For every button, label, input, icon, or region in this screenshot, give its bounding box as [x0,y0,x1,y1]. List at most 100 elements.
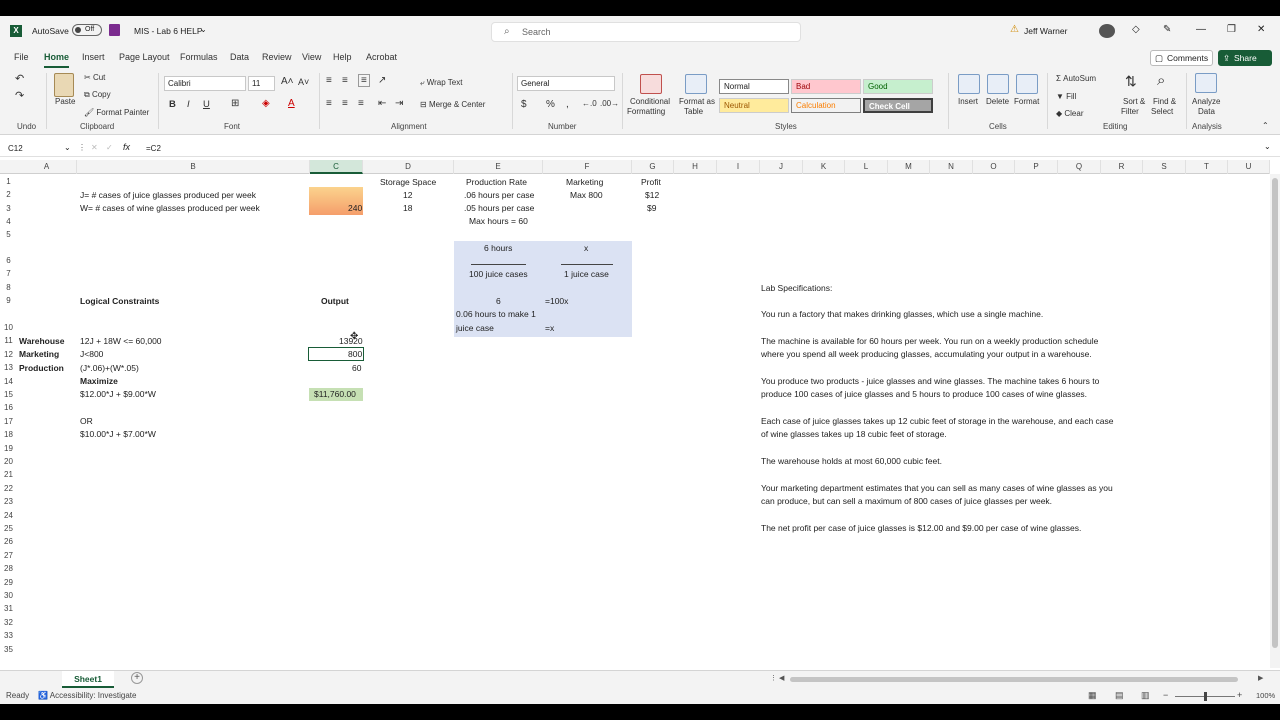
tab-acrobat[interactable]: Acrobat [366,52,397,62]
sort-filter-icon[interactable]: ⇅ [1125,73,1137,90]
horizontal-scrollbar-thumb[interactable] [790,677,1238,682]
analyze-data-button[interactable]: Analyze [1192,97,1220,106]
autosave-toggle[interactable]: Off [68,24,102,36]
column-header[interactable]: A [17,160,77,174]
more-sheets-icon[interactable]: ⋮ [770,674,777,682]
sheet-tab-sheet1[interactable]: Sheet1 [62,671,114,688]
bold-button[interactable]: B [169,99,176,110]
row-header[interactable]: 13 [0,363,17,372]
underline-button[interactable]: U [203,99,210,110]
orientation-icon[interactable]: ↗ [378,75,386,86]
cell-e5[interactable]: 6 hours [484,243,512,253]
column-header[interactable]: H [674,160,717,174]
zoom-in-icon[interactable]: + [1237,690,1242,700]
insert-cells-button[interactable]: Insert [958,97,978,106]
align-right-icon[interactable]: ≡ [358,98,364,109]
row-header[interactable]: 23 [0,497,17,506]
insert-cells-icon[interactable] [958,74,980,94]
row-header[interactable]: 3 [0,204,17,213]
format-painter-button[interactable]: 🖌 Format Painter [84,108,149,117]
minimize-button[interactable]: — [1196,24,1206,35]
row-header[interactable]: 22 [0,484,17,493]
cell-b18[interactable]: $10.00*J + $7.00*W [80,429,156,439]
fill-button[interactable]: ▼ Fill [1056,92,1076,101]
cut-button[interactable]: ✂ Cut [84,73,105,82]
save-icon[interactable] [109,24,120,36]
paste-icon[interactable] [54,73,74,97]
cell-a11[interactable]: Warehouse [19,336,65,346]
style-calculation[interactable]: Calculation [791,98,861,113]
wrap-text-button[interactable]: ⤶ Wrap Text [420,78,462,88]
tab-insert[interactable]: Insert [82,52,105,62]
cell-f2[interactable]: Max 800 [570,190,603,200]
redo-icon[interactable]: ↷ [15,89,24,102]
function-icon[interactable]: fx [123,142,130,152]
row-header[interactable]: 11 [0,336,17,345]
cell-b14[interactable]: Maximize [80,376,118,386]
more-icon[interactable]: ⋮ [78,143,86,152]
row-header[interactable]: 8 [0,283,17,292]
align-top-icon[interactable]: ≡ [326,75,332,86]
spec-paragraph[interactable]: produce 100 cases of juice glasses and 5… [761,389,1087,399]
align-bottom-icon[interactable]: ≡ [358,74,370,87]
find-select-icon[interactable]: ⌕ [1157,72,1165,89]
cell-e4[interactable]: Max hours = 60 [469,216,528,226]
italic-button[interactable]: I [187,99,190,110]
cell-d3[interactable]: 18 [403,203,412,213]
sort-filter-button[interactable]: Sort & [1123,97,1145,106]
cell-e10-line2[interactable]: juice case [456,323,494,333]
delete-cells-icon[interactable] [987,74,1009,94]
row-header[interactable]: 27 [0,551,17,560]
cell-g2[interactable]: $12 [645,190,659,200]
tab-help[interactable]: Help [333,52,352,62]
chevron-down-icon[interactable]: ⌄ [200,25,207,34]
increase-decimal-icon[interactable]: ←.0 [582,99,597,108]
row-header[interactable]: 25 [0,524,17,533]
spec-paragraph[interactable]: Your marketing department estimates that… [761,483,1113,493]
expand-formula-icon[interactable]: ⌄ [1264,142,1271,151]
zoom-out-icon[interactable]: − [1163,690,1168,700]
scroll-right-icon[interactable]: ▶ [1258,674,1263,682]
decrease-font-icon[interactable]: A˅ [298,77,309,87]
merge-center-button[interactable]: ⊟ Merge & Center [420,100,485,109]
row-header[interactable]: 33 [0,631,17,640]
cell-f9[interactable]: =100x [545,296,568,306]
row-header[interactable]: 17 [0,417,17,426]
collapse-ribbon-icon[interactable]: ⌃ [1262,121,1269,130]
formula-input[interactable]: =C2 [146,144,161,153]
spec-paragraph[interactable]: You produce two products - juice glasses… [761,376,1099,386]
row-header[interactable]: 16 [0,403,17,412]
search-input[interactable]: ⌕ Search [491,22,801,42]
column-header[interactable]: P [1015,160,1058,174]
share-button[interactable]: ⇪ Share [1218,50,1272,66]
cancel-icon[interactable]: ✕ [91,143,98,152]
file-name[interactable]: MIS - Lab 6 HELP [134,26,203,36]
zoom-level[interactable]: 100% [1256,691,1275,700]
row-header[interactable]: 9 [0,296,17,305]
page-layout-view-icon[interactable]: ▤ [1115,690,1124,701]
increase-font-icon[interactable]: A˄ [281,76,294,87]
align-left-icon[interactable]: ≡ [326,98,332,109]
row-header[interactable]: 21 [0,470,17,479]
row-header[interactable]: 28 [0,564,17,573]
comments-button[interactable]: ▢ Comments [1150,50,1213,66]
align-middle-icon[interactable]: ≡ [342,75,348,86]
column-header[interactable]: N [930,160,973,174]
cell-a12[interactable]: Marketing [19,349,59,359]
spec-paragraph[interactable]: can produce, but can sell a maximum of 8… [761,496,1052,506]
add-sheet-icon[interactable]: + [131,672,143,684]
tab-view[interactable]: View [302,52,321,62]
pen-icon[interactable]: ✎ [1163,24,1171,35]
row-header[interactable]: 7 [0,269,17,278]
cell-f7[interactable]: 1 juice case [564,269,609,279]
increase-indent-icon[interactable]: ⇥ [395,98,403,109]
cell-b9[interactable]: Logical Constraints [80,296,159,306]
row-header[interactable]: 6 [0,256,17,265]
percent-icon[interactable]: % [546,99,555,110]
tab-page-layout[interactable]: Page Layout [119,52,170,62]
column-header[interactable]: M [888,160,930,174]
column-header[interactable]: D [363,160,454,174]
scroll-left-icon[interactable]: ◀ [779,674,784,682]
conditional-formatting-icon[interactable] [640,74,662,94]
column-header[interactable]: L [845,160,888,174]
